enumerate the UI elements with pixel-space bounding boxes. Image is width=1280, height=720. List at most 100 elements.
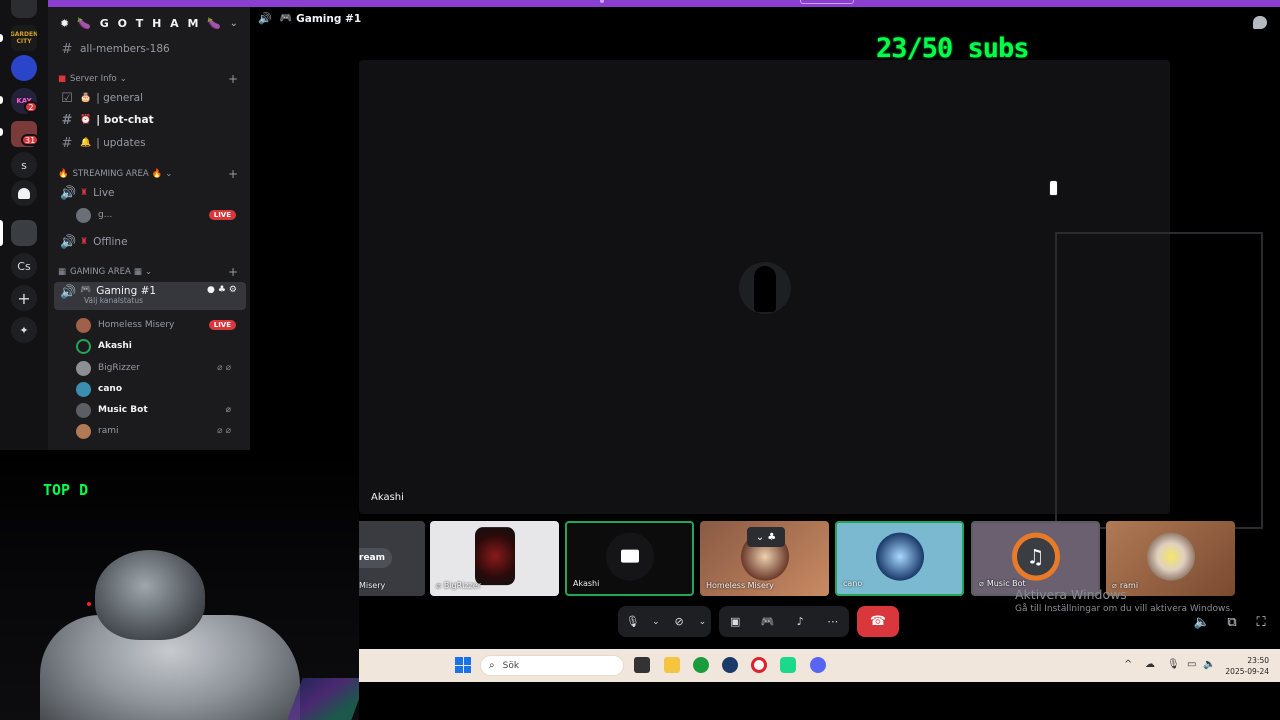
category-label: STREAMING AREA [72,169,149,179]
gamepad-icon: 🎮 [80,285,92,295]
live-badge: LIVE [208,210,236,220]
server-icon-gotham[interactable] [11,220,37,246]
app-icon[interactable] [780,657,796,673]
volume-icon[interactable]: 🔈 [1194,614,1210,630]
user-name: cano [98,384,122,394]
user-name: Akashi [98,341,132,351]
participant-tile[interactable]: ♫ ⌀ Music Bot [971,521,1100,596]
participant-tile[interactable]: ream Misery [359,521,425,596]
add-channel-icon[interactable]: + [228,265,238,279]
tray-mic-icon[interactable]: 🎙 [1167,659,1180,670]
home-icon[interactable] [11,0,37,18]
participant-tile[interactable]: cano [835,521,964,596]
channel-all-members[interactable]: # all-members-186 [54,38,246,60]
server-icon-blue[interactable] [11,55,37,81]
bell-icon: 🔔 [80,138,92,148]
category-server-info[interactable]: ■ Server Info ⌄ + [58,71,246,87]
discord-icon[interactable] [810,657,826,673]
activity-gamepad-icon[interactable]: 🎮 [757,611,779,633]
mention-badge: 31 [21,134,40,146]
add-channel-icon[interactable]: + [228,167,238,181]
cloud-icon[interactable]: ☁ [1145,659,1155,670]
participant-tile[interactable]: ⌀ rami [1106,521,1235,596]
task-view-icon[interactable] [634,657,650,673]
category-streaming[interactable]: 🔥 STREAMING AREA 🔥 ⌄ + [58,166,246,182]
channel-sidebar: ✹ 🍆 G O T H A M 🍆 ⌄ # all-members-186 ■ … [48,7,250,450]
tile-avatar [474,526,515,585]
add-server-icon[interactable]: + [11,285,37,311]
tray-chevron-icon[interactable]: ^ [1124,659,1132,670]
more-icon[interactable]: ⋯ [822,611,844,633]
server-icon-cs[interactable]: Cs [11,253,37,279]
server-icon-garden-city[interactable]: GARDEN CITY [11,25,37,51]
file-explorer-icon[interactable] [664,657,680,673]
steam-icon[interactable] [722,657,738,673]
mention-badge: 2 [24,101,38,113]
taskbar-clock[interactable]: 23:50 2025-09-24 [1219,655,1269,677]
taskbar-search[interactable]: ⌕ Sök [480,655,624,676]
focused-video-stage[interactable]: Akashi [359,60,1170,514]
voice-channel-title: Gaming #1 [296,12,362,25]
tile-name: ⌀ BigRizzer [436,581,481,590]
voice-user[interactable]: rami ⌀⌀ [76,421,246,441]
chevron-down-icon[interactable]: ⌄ [697,611,707,633]
screen-share-icon[interactable]: ▣ [724,611,746,633]
settings-icon: ✹ [60,16,70,30]
category-label: GAMING AREA [70,267,131,277]
channel-status[interactable]: Välj kanalstatus [84,296,143,305]
voice-user[interactable]: BigRizzer ⌀⌀ [76,358,246,378]
channel-label: | bot-chat [96,114,154,126]
watch-stream-button[interactable]: ream [359,548,392,568]
server-header[interactable]: ✹ 🍆 G O T H A M 🍆 ⌄ [48,7,250,39]
rules-icon: ☑ [61,90,73,106]
xbox-icon[interactable] [693,657,709,673]
soundboard-icon[interactable]: ♪ [789,611,811,633]
windows-start-icon[interactable] [455,657,471,673]
voice-user[interactable]: Homeless Misery LIVE [76,315,246,335]
tile-name: Misery [359,581,386,590]
participant-tile[interactable]: Akashi [565,521,694,596]
tile-menu-icon[interactable]: ⌄ ♣ [747,527,785,547]
banner-button[interactable] [800,0,854,4]
channel-live[interactable]: 🔊 ♜ Live [54,182,246,204]
tile-avatar [1146,532,1195,581]
channel-offline[interactable]: 🔊 ♜ Offline [54,231,246,253]
participant-tile[interactable]: ⌄ ♣ Homeless Misery [700,521,829,596]
discover-icon[interactable]: ✦ [11,317,37,343]
voice-user[interactable]: Music Bot ⌀ [76,400,246,420]
channel-label: | general [96,92,144,104]
camera-off-icon[interactable]: ⊘ [668,611,690,633]
participant-tile[interactable]: ⌀ BigRizzer [430,521,559,596]
add-channel-icon[interactable]: + [228,72,238,86]
pop-out-icon[interactable]: ⧉ [1224,614,1240,630]
server-icon-ghost[interactable] [11,180,37,206]
chat-bubble-icon[interactable] [1253,16,1267,29]
microphone-icon[interactable]: 🎙 [622,611,644,633]
channel-actions-icons[interactable]: ●♣⚙ [207,285,240,295]
network-icon[interactable]: ▭ [1187,659,1196,670]
channel-label: Offline [93,236,128,248]
category-label: Server Info [70,74,117,84]
disconnect-button[interactable]: ☎ [857,606,899,637]
voice-user[interactable]: Akashi [76,336,246,356]
search-icon: ⌕ [489,660,495,671]
channel-label: all-members-186 [80,43,170,55]
channel-general[interactable]: ☑ 🎂 | general [54,87,246,109]
channel-updates[interactable]: # 🔔 | updates [54,132,246,154]
tray-volume-icon[interactable]: 🔈 [1203,659,1215,670]
category-gaming[interactable]: ▦ GAMING AREA ▦ ⌄ + [58,264,246,280]
focused-user-avatar [739,262,791,314]
avatar [76,423,91,439]
channel-gaming-1[interactable]: 🔊 🎮 Gaming #1 Välj kanalstatus ●♣⚙ [54,282,246,310]
opera-icon[interactable] [751,657,767,673]
user-name: rami [98,426,119,436]
tile-name: Akashi [573,579,600,588]
windows-activation-hint: Gå till Inställningar om du vill aktiver… [1015,604,1233,614]
voice-user-g[interactable]: g... LIVE [76,205,246,225]
server-icon-s[interactable]: s [11,152,37,178]
voice-user[interactable]: cano [76,379,246,399]
fullscreen-icon[interactable]: ⛶ [1253,614,1269,630]
chevron-down-icon[interactable]: ⌄ [651,611,661,633]
channel-bot-chat[interactable]: # ⏰ | bot-chat [54,109,246,131]
user-name: Music Bot [98,405,148,415]
